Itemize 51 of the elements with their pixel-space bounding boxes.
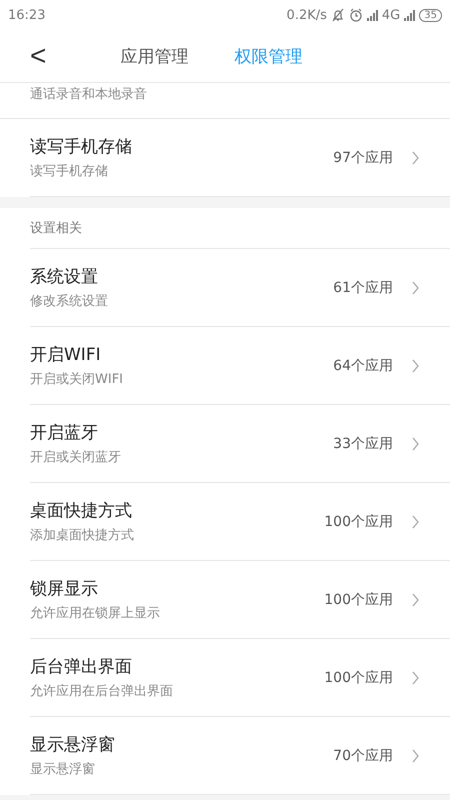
permission-title: 开启蓝牙 — [30, 422, 99, 444]
app-count: 100个应用 — [324, 590, 393, 608]
bell-off-icon — [330, 8, 345, 22]
permission-row[interactable]: 开启蓝牙 开启或关闭蓝牙 33个应用 — [30, 405, 450, 483]
back-button[interactable]: < — [20, 42, 56, 70]
permission-description: 允许应用在锁屏上显示 — [30, 605, 161, 622]
permission-row[interactable]: 锁屏显示 允许应用在锁屏上显示 100个应用 — [30, 561, 450, 639]
permission-row[interactable]: 显示悬浮窗 显示悬浮窗 70个应用 — [30, 717, 450, 795]
permission-description: 开启或关闭蓝牙 — [30, 449, 122, 466]
permission-description: 读写手机存储 — [30, 163, 109, 180]
app-count: 97个应用 — [333, 148, 393, 166]
app-count: 61个应用 — [333, 278, 393, 296]
app-count: 64个应用 — [333, 356, 393, 374]
chevron-right-icon — [411, 670, 420, 684]
app-count: 100个应用 — [324, 512, 393, 530]
permission-description: 允许应用在后台弹出界面 — [30, 683, 174, 700]
permission-description: 开启或关闭WIFI — [30, 371, 124, 388]
chevron-right-icon — [411, 358, 420, 372]
permission-title: 桌面快捷方式 — [30, 500, 133, 522]
permission-description: 通话录音和本地录音 — [30, 86, 147, 103]
chevron-right-icon — [411, 514, 420, 528]
app-count: 33个应用 — [333, 434, 393, 452]
permission-title: 锁屏显示 — [30, 578, 99, 600]
chevron-right-icon — [411, 436, 420, 450]
permission-row[interactable]: 后台弹出界面 允许应用在后台弹出界面 100个应用 — [30, 639, 450, 717]
battery-indicator: 35 — [419, 8, 442, 22]
app-count: 70个应用 — [333, 746, 393, 764]
chevron-right-icon — [411, 150, 420, 164]
app-count: 100个应用 — [324, 668, 393, 686]
chevron-right-icon — [411, 748, 420, 762]
permission-title: 系统设置 — [30, 266, 99, 288]
network-type: 4G — [382, 8, 400, 22]
signal-icon — [404, 9, 416, 21]
chevron-right-icon — [411, 592, 420, 606]
section-header: 设置相关 — [30, 208, 450, 249]
network-speed: 0.2K/s — [286, 8, 327, 22]
alarm-icon — [348, 8, 363, 22]
tab[interactable]: 应用管理 — [120, 40, 188, 72]
permission-row[interactable]: 开启WIFI 开启或关闭WIFI 64个应用 — [30, 327, 450, 405]
permission-description: 添加桌面快捷方式 — [30, 527, 135, 544]
permission-title: 显示悬浮窗 — [30, 734, 116, 756]
permission-title: 后台弹出界面 — [30, 656, 133, 678]
signal-icon — [366, 9, 378, 21]
permission-row[interactable]: 系统设置 修改系统设置 61个应用 — [30, 249, 450, 327]
permission-title: 开启WIFI — [30, 344, 102, 366]
chevron-right-icon — [411, 280, 420, 294]
permission-description: 修改系统设置 — [30, 293, 109, 310]
status-time: 16:23 — [8, 8, 46, 22]
permission-row[interactable]: 桌面快捷方式 添加桌面快捷方式 100个应用 — [30, 483, 450, 561]
permission-description: 显示悬浮窗 — [30, 761, 96, 778]
permission-title: 读写手机存储 — [30, 136, 133, 158]
